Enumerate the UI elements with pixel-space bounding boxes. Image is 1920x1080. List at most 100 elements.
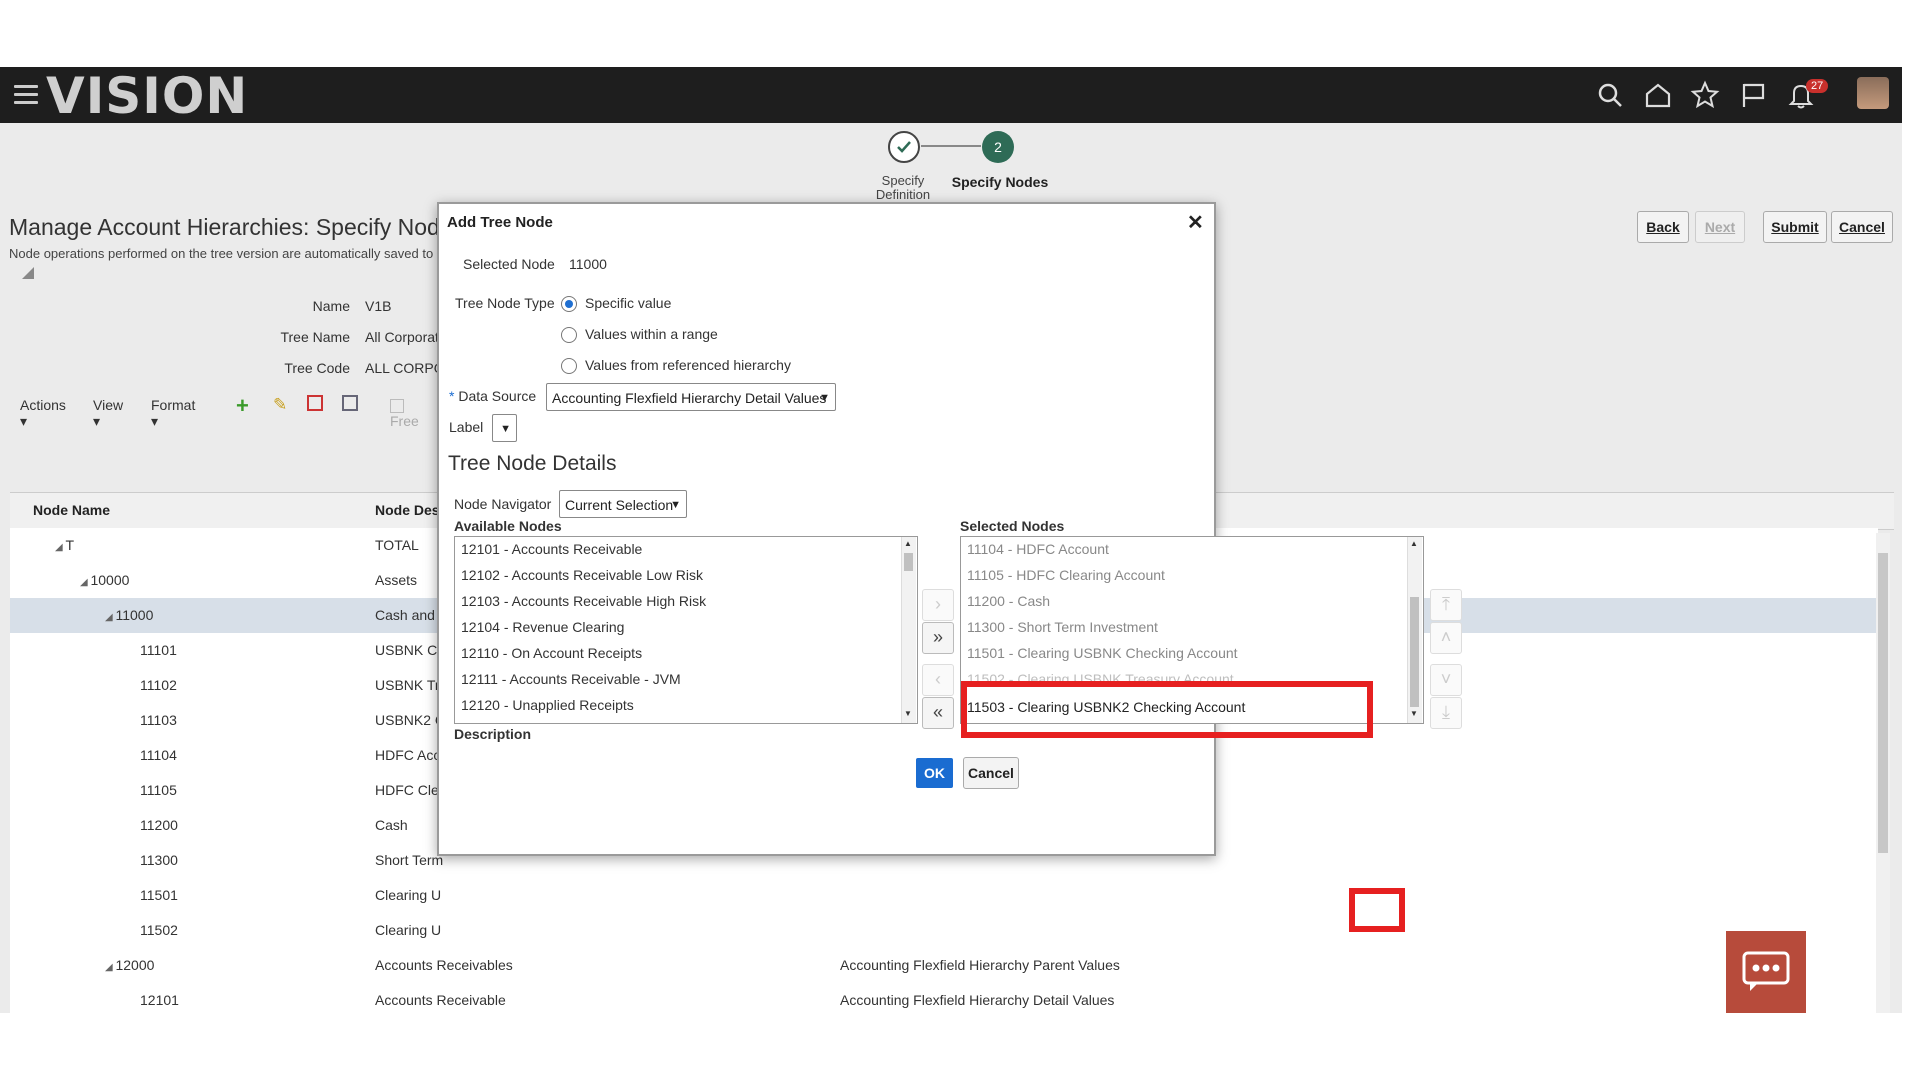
move-down-icon[interactable]: ˅ [1430,664,1462,696]
node-name-text: 10000 [90,572,130,588]
node-description-cell: Assets [375,572,418,588]
chat-icon [1742,951,1790,991]
label-label: Label [449,419,484,435]
scroll-down-icon[interactable]: ▼ [904,709,912,718]
move-all-right-icon[interactable]: » [922,622,954,654]
move-right-icon[interactable]: › [922,589,954,621]
node-description-cell: USBNK2 C [375,712,446,728]
node-description-cell: Short Term [375,852,444,868]
freeze-menu[interactable]: Free [390,397,419,429]
move-left-icon[interactable]: ‹ [922,664,954,696]
node-name-cell: 11501 [140,887,178,903]
node-name-cell: 11104 [140,747,177,763]
expand-triangle-icon[interactable]: ◢ [105,962,115,973]
list-item[interactable]: 12102 - Accounts Receivable Low Risk [461,567,703,583]
scroll-down-icon[interactable]: ▼ [1410,709,1418,718]
move-all-left-icon[interactable]: « [922,697,954,729]
list-item[interactable]: 12103 - Accounts Receivable High Risk [461,593,706,609]
col-node-name[interactable]: Node Name [33,502,110,518]
expand-triangle-icon[interactable]: ◢ [55,542,65,553]
list-item[interactable]: 11300 - Short Term Investment [967,619,1158,635]
node-name-text: 11102 [140,677,177,693]
tree-code-label: Tree Code [284,360,350,376]
node-name-cell: 11105 [140,782,177,798]
node-navigator-select[interactable]: Current Selection ▼ [559,490,687,518]
radio-values-in-range-label[interactable]: Values within a range [585,326,718,342]
back-button[interactable]: Back [1637,211,1689,243]
step-specify-definition[interactable] [888,131,920,163]
collapse-triangle-icon[interactable] [22,267,34,279]
cancel-page-button[interactable]: Cancel [1831,211,1893,243]
ok-button[interactable]: OK [916,758,953,788]
node-name-cell: 11300 [140,852,178,868]
radio-referenced-hierarchy-label[interactable]: Values from referenced hierarchy [585,357,791,373]
data-source-select[interactable]: Accounting Flexfield Hierarchy Detail Va… [546,383,836,411]
view-menu[interactable]: View ▾ [93,397,123,430]
node-description-cell: USBNK Cl [375,642,441,658]
table-row[interactable]: 12101 Accounts Receivable Accounting Flexf… [10,983,1878,1013]
tree-node-details-heading: Tree Node Details [448,452,617,475]
data-source-cell: Accounting Flexfield Hierarchy Detail Va… [840,992,1115,1008]
close-icon[interactable]: ✕ [1187,210,1204,235]
selected-nodes-label: Selected Nodes [960,518,1065,534]
scroll-up-icon[interactable]: ▲ [904,539,912,548]
list-item[interactable]: 12111 - Accounts Receivable - JVM [461,671,681,687]
col-node-description[interactable]: Node Des [375,502,440,518]
menu-icon[interactable] [14,85,38,105]
node-name-text: 11101 [140,642,177,658]
available-nodes-list[interactable]: 12101 - Accounts Receivable 12102 - Accou… [454,536,918,724]
list-item[interactable]: 12104 - Revenue Clearing [461,619,624,635]
node-name-cell: 11101 [140,642,177,658]
node-name-cell: ◢ 10000 [80,572,129,588]
move-up-icon[interactable]: ˄ [1430,622,1462,654]
label-select[interactable]: ▼ [492,414,517,442]
edit-icon[interactable]: ✎ [273,395,287,415]
radio-referenced-hierarchy[interactable] [561,358,577,374]
expand-triangle-icon[interactable]: ◢ [80,577,90,588]
node-name-text: 12000 [115,957,155,973]
top-bar: VISION 27 [0,67,1902,123]
star-icon[interactable] [1690,80,1720,110]
table-scrollbar[interactable] [1876,533,1890,1013]
search-icon[interactable] [1595,80,1625,110]
list-item[interactable]: 11104 - HDFC Account [967,541,1109,557]
node-name-text: 11501 [140,887,178,903]
vision-logo[interactable]: VISION [46,71,248,121]
list-item[interactable]: 12101 - Accounts Receivable [461,541,642,557]
actions-menu[interactable]: Actions ▾ [20,397,66,430]
flag-icon[interactable] [1738,80,1768,110]
list-item[interactable]: 11501 - Clearing USBNK Checking Account [967,645,1238,661]
available-scrollbar[interactable]: ▲ ▼ [901,537,916,723]
scroll-up-icon[interactable]: ▲ [1410,539,1418,548]
delete-icon[interactable] [307,395,323,411]
radio-specific-value[interactable] [561,296,577,312]
list-item[interactable]: 12110 - On Account Receipts [461,645,642,661]
list-item[interactable]: 11200 - Cash [967,593,1050,609]
node-name-cell: 11103 [140,712,177,728]
radio-specific-value-label[interactable]: Specific value [585,295,671,311]
chat-button[interactable] [1726,931,1806,1013]
chevron-down-icon: ▼ [500,423,511,435]
move-top-icon[interactable]: ⤒ [1430,589,1462,621]
format-menu[interactable]: Format ▾ [151,397,195,430]
table-row[interactable]: 11502 Clearing U [10,913,1878,949]
step1-label[interactable]: Specify Definition [860,174,946,202]
refresh-icon[interactable] [342,395,358,411]
move-bottom-icon[interactable]: ⤓ [1430,697,1462,729]
home-icon[interactable] [1643,80,1673,110]
user-avatar[interactable] [1857,77,1889,109]
submit-button[interactable]: Submit [1763,211,1827,243]
radio-values-in-range[interactable] [561,327,577,343]
node-navigator-label: Node Navigator [454,496,552,512]
expand-triangle-icon[interactable]: ◢ [105,612,115,623]
list-item[interactable]: 11105 - HDFC Clearing Account [967,567,1165,583]
notification-badge: 27 [1806,79,1829,93]
selected-scrollbar[interactable]: ▲ ▼ [1407,537,1422,723]
table-row[interactable]: 11501 Clearing U [10,878,1878,914]
next-button[interactable]: Next [1695,211,1745,243]
node-description-cell: Clearing U [375,887,442,903]
table-row[interactable]: ◢ 12000 Accounts Receivables Accounting Fl… [10,948,1878,984]
cancel-dialog-button[interactable]: Cancel [963,757,1019,789]
list-item[interactable]: 12120 - Unapplied Receipts [461,697,634,713]
add-icon[interactable]: + [236,393,249,419]
